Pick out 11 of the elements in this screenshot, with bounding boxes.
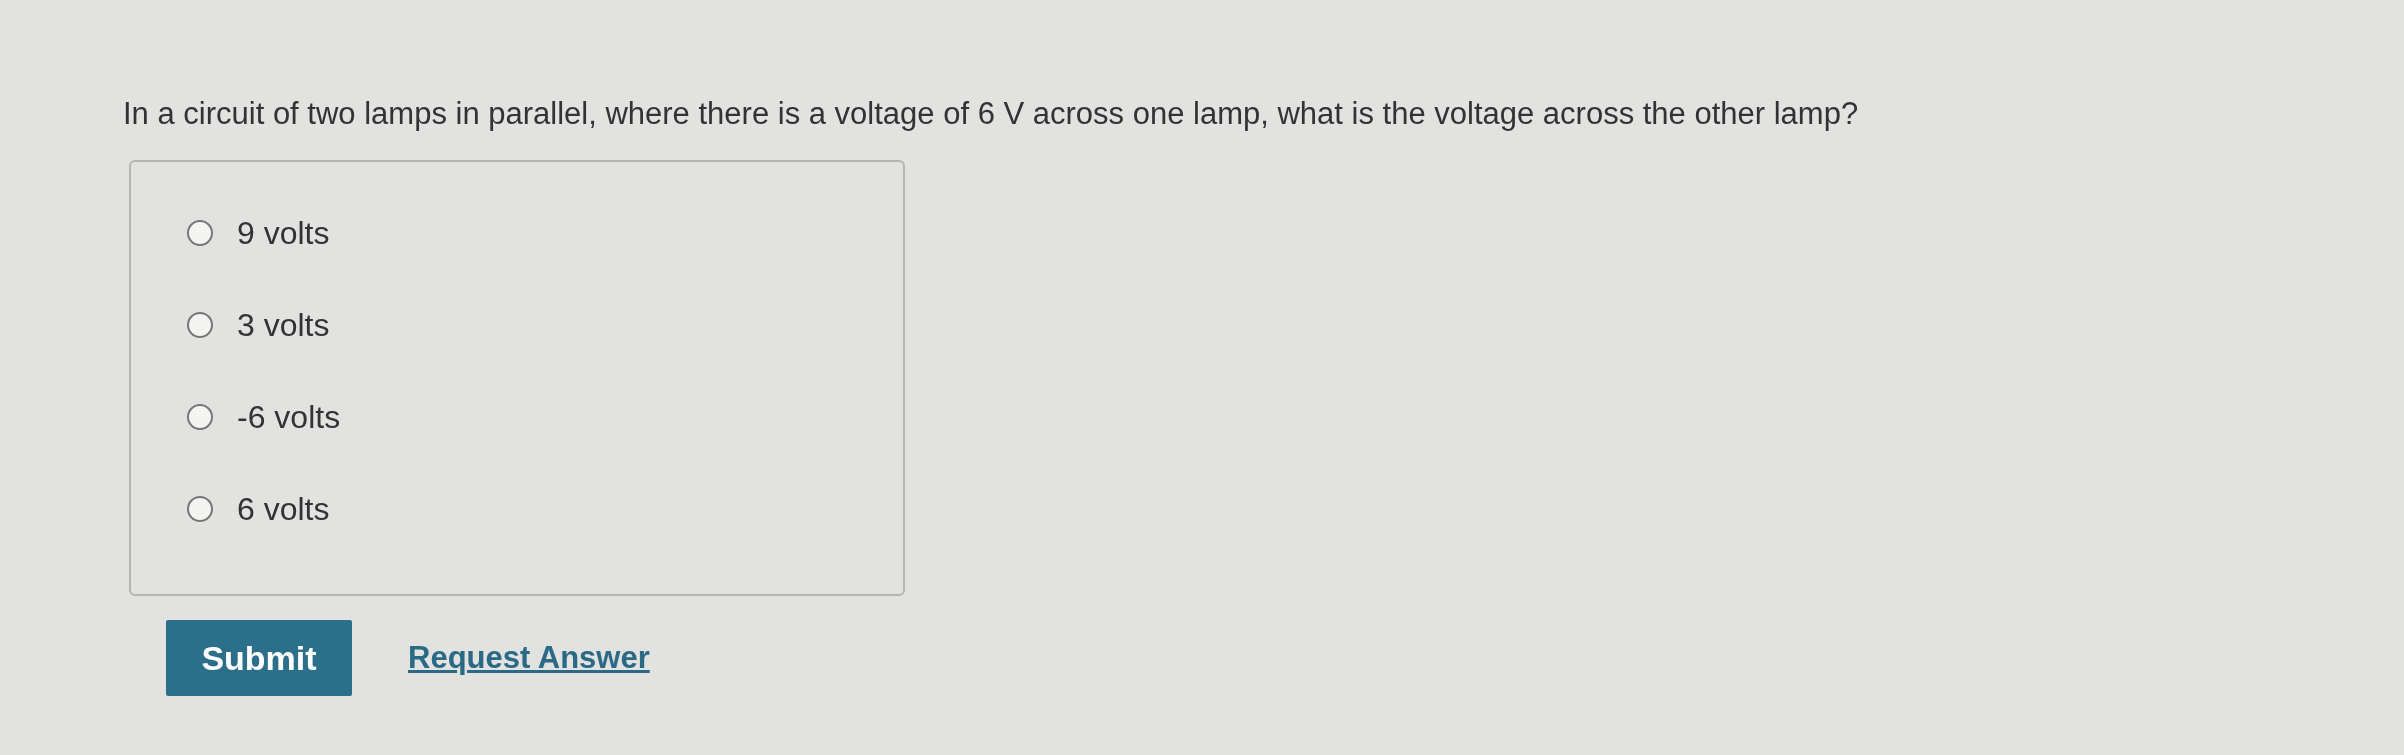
question-text: In a circuit of two lamps in parallel, where there is a voltage of 6 V across one lamp, what is the voltage across the other lamp?	[123, 95, 1860, 133]
option-label[interactable]: 9 volts	[237, 214, 330, 252]
radio-button[interactable]	[187, 496, 213, 522]
option-label[interactable]: 6 volts	[237, 490, 330, 528]
option-label[interactable]: -6 volts	[237, 398, 341, 436]
request-answer-link[interactable]: Request Answer	[408, 640, 650, 676]
option-label[interactable]: 3 volts	[237, 306, 330, 344]
submit-button[interactable]: Submit	[166, 620, 352, 696]
radio-button[interactable]	[187, 312, 213, 338]
radio-button[interactable]	[187, 220, 213, 246]
radio-button[interactable]	[187, 404, 213, 430]
